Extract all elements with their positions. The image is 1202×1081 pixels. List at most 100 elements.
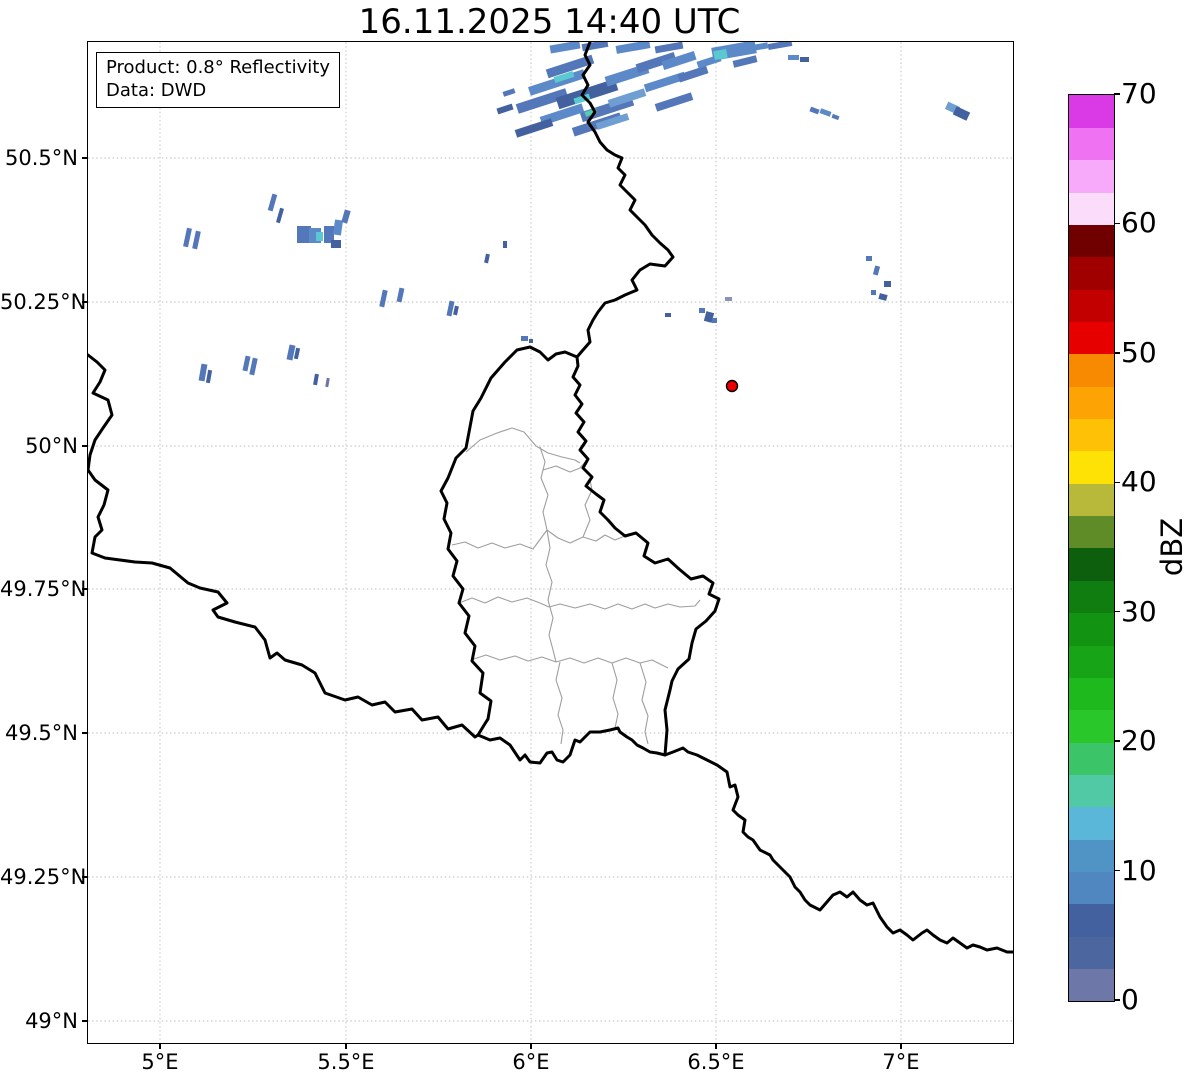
colorbar-tick-mark [1114, 999, 1120, 1001]
map-plot-area: Product: 0.8° Reflectivity Data: DWD [87, 41, 1014, 1044]
colorbar-segment [1069, 289, 1114, 322]
y-tick-mark [82, 588, 87, 590]
colorbar-segment [1069, 742, 1114, 775]
radar-echo [819, 108, 832, 117]
radar-echo [878, 293, 888, 301]
x-tick-label: 6°E [512, 1050, 550, 1074]
x-tick-mark [159, 1044, 161, 1049]
colorbar-segment [1069, 159, 1114, 193]
plot-title: 16.11.2025 14:40 UTC [358, 2, 741, 42]
y-tick-mark [82, 732, 87, 734]
colorbar-segment [1069, 353, 1114, 387]
radar-echo [249, 357, 258, 376]
y-tick-mark [82, 157, 87, 159]
radar-echo [293, 347, 301, 360]
radar-echo [654, 42, 684, 54]
y-tick-label: 49.5°N [5, 721, 78, 745]
radar-echo [529, 339, 533, 343]
graticule-gridlines [88, 42, 1013, 1043]
radar-echo [661, 50, 697, 71]
radar-site-marker [725, 379, 739, 393]
colorbar-tick-mark [1114, 481, 1120, 484]
colorbar-segment [1069, 936, 1114, 970]
radar-echo [396, 287, 405, 303]
colorbar [1068, 94, 1115, 1002]
radar-echo [665, 313, 671, 317]
colorbar-segment [1069, 386, 1114, 419]
colorbar-tick-mark [1114, 93, 1120, 95]
colorbar-segment [1069, 321, 1114, 355]
colorbar-segment [1069, 95, 1114, 128]
belgium-france-border [88, 353, 480, 739]
colorbar-tick-mark [1114, 610, 1120, 613]
radar-echo [316, 232, 323, 241]
radar-echo [496, 103, 514, 115]
luxembourg-outline [439, 345, 721, 765]
x-tick-mark [345, 1044, 347, 1049]
colorbar-unit-label: dBZ [1155, 517, 1189, 577]
colorbar-tick-label: 0 [1121, 983, 1139, 1016]
y-tick-mark [82, 1020, 87, 1022]
colorbar-segment [1069, 515, 1114, 549]
radar-echo [788, 55, 799, 60]
canton-borders [451, 427, 701, 745]
radar-echo [502, 88, 516, 97]
x-tick-label: 5.5°E [317, 1050, 375, 1074]
colorbar-tick-label: 70 [1121, 77, 1157, 110]
colorbar-tick-mark [1114, 740, 1120, 742]
radar-echo [767, 42, 793, 51]
colorbar-segment [1069, 224, 1114, 258]
country-borders [88, 42, 1013, 954]
radar-echo [276, 207, 284, 224]
colorbar-segment [1069, 483, 1114, 517]
colorbar-segment [1069, 806, 1114, 840]
y-tick-label: 49.25°N [0, 865, 87, 889]
y-tick-label: 50.5°N [5, 146, 78, 170]
radar-echo [699, 308, 705, 313]
colorbar-segment [1069, 418, 1114, 452]
radar-echo [198, 363, 208, 382]
colorbar-segment [1069, 709, 1114, 743]
x-tick-label: 6.5°E [687, 1050, 745, 1074]
colorbar-segment [1069, 871, 1114, 905]
radar-echo [205, 369, 213, 384]
radar-echo [872, 265, 881, 276]
colorbar-segment [1069, 192, 1114, 225]
colorbar-segment [1069, 612, 1114, 646]
colorbar-segment [1069, 580, 1114, 614]
colorbar-tick-mark [1114, 352, 1120, 354]
colorbar-segment [1069, 774, 1114, 808]
radar-echo [453, 305, 459, 316]
radar-echo [192, 230, 201, 250]
y-tick-mark [82, 301, 87, 303]
radar-echo [615, 42, 651, 54]
radar-echo [725, 297, 732, 301]
y-tick-label: 49.75°N [0, 577, 87, 601]
radar-echo [549, 42, 581, 54]
radar-echo [654, 92, 694, 112]
radar-echo [514, 118, 554, 138]
map-canvas [88, 42, 1013, 1043]
colorbar-segment [1069, 903, 1114, 937]
radar-echo [732, 55, 758, 68]
colorbar-tick-label: 40 [1121, 465, 1157, 499]
y-tick-mark [82, 876, 87, 878]
radar-site-layer [725, 379, 739, 393]
colorbar-tick-label: 20 [1121, 724, 1157, 758]
radar-echo [871, 290, 876, 295]
colorbar-segment [1069, 450, 1114, 484]
colorbar-segment [1069, 677, 1114, 711]
colorbar-tick-label: 50 [1121, 335, 1157, 369]
colorbar-tick-mark [1114, 869, 1120, 872]
radar-figure: 16.11.2025 14:40 UTC Product: 0.8° Refle… [0, 0, 1202, 1081]
colorbar-segment [1069, 839, 1114, 872]
radar-echo [800, 57, 809, 62]
radar-echo [331, 240, 341, 248]
colorbar-segment [1069, 548, 1114, 581]
radar-echo [341, 209, 351, 224]
colorbar-tick-label: 10 [1121, 853, 1157, 887]
radar-echo [379, 289, 388, 308]
colorbar-segment [1069, 127, 1114, 161]
radar-echo [313, 373, 319, 386]
x-tick-mark [715, 1044, 717, 1049]
